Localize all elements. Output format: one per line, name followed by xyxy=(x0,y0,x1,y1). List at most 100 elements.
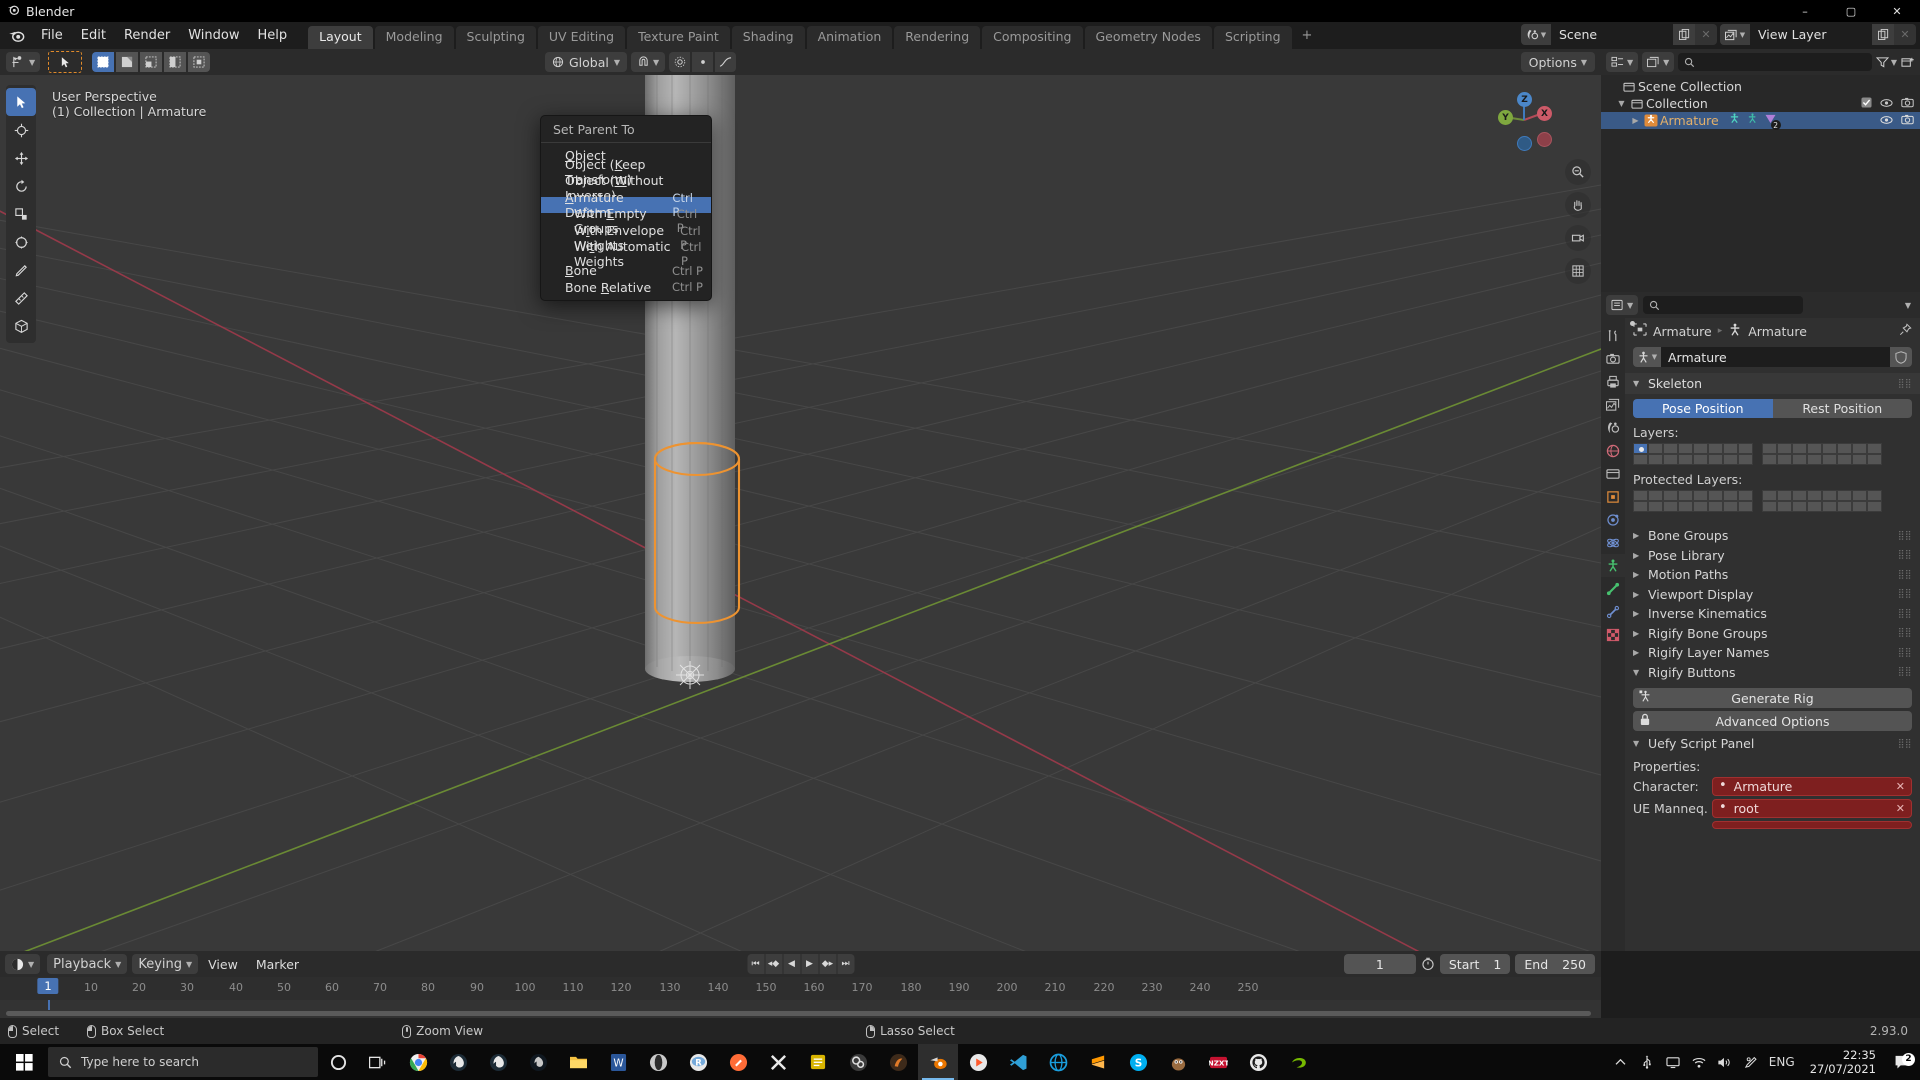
layer-cell[interactable] xyxy=(1867,443,1882,454)
collection-render-camera-icon[interactable] xyxy=(1901,96,1914,111)
panel-header-uefy-script-panel[interactable]: ▼ Uefy Script Panel ⣿⣿ xyxy=(1625,734,1920,754)
timeline-ruler[interactable]: 1 10 20 30 40 50 60 70 80 90 100 110 120… xyxy=(0,977,1601,1000)
workspace-tab-animation[interactable]: Animation xyxy=(806,26,893,49)
uefy-third-field[interactable] xyxy=(1712,820,1912,829)
viewport-options-button[interactable]: Options ▼ xyxy=(1520,52,1595,72)
playhead[interactable]: 1 xyxy=(37,978,59,994)
jump-start-button[interactable]: ⏮ xyxy=(747,954,764,974)
layer-cell[interactable] xyxy=(1693,443,1708,454)
transform-orientation-selector[interactable]: Global ▼ xyxy=(545,52,628,72)
tray-expander-icon[interactable] xyxy=(1608,1058,1634,1067)
select-extend-icon[interactable] xyxy=(116,52,139,72)
tab-tool[interactable] xyxy=(1601,324,1625,347)
panel-header-rigify-bone-groups[interactable]: ▶ Rigify Bone Groups ⣿⣿ xyxy=(1625,624,1920,644)
timeline-editor-type-selector[interactable]: ▼ xyxy=(5,954,41,974)
protected-layer-cell[interactable] xyxy=(1822,490,1837,501)
outliner-filter-button[interactable]: ▼ xyxy=(1875,56,1897,68)
protected-layer-cell[interactable] xyxy=(1693,490,1708,501)
tool-select-box[interactable] xyxy=(6,88,36,116)
workspace-tab-geometry-nodes[interactable]: Geometry Nodes xyxy=(1084,26,1212,49)
workspace-tab-rendering[interactable]: Rendering xyxy=(894,26,981,49)
taskbar-app-sublime[interactable] xyxy=(1078,1044,1118,1080)
tab-bone-constraints[interactable] xyxy=(1601,600,1625,623)
timeline-menu-marker[interactable]: Marker xyxy=(248,954,307,975)
taskbar-app-obs[interactable] xyxy=(838,1044,878,1080)
taskbar-app-rstudio[interactable]: R xyxy=(678,1044,718,1080)
taskbar-app-chrome[interactable] xyxy=(398,1044,438,1080)
collection-visibility-eye-icon[interactable] xyxy=(1880,96,1893,111)
current-frame-field[interactable]: 1 xyxy=(1343,954,1416,974)
frame-start-field[interactable]: Start 1 xyxy=(1439,954,1511,974)
protected-layer-cell[interactable] xyxy=(1708,501,1723,512)
protected-layer-cell[interactable] xyxy=(1807,490,1822,501)
protected-layer-cell[interactable] xyxy=(1762,490,1777,501)
layer-cell[interactable] xyxy=(1777,443,1792,454)
taskbar-app-file-explorer[interactable] xyxy=(558,1044,598,1080)
monitor-icon[interactable] xyxy=(1660,1056,1686,1069)
collection-checkbox[interactable] xyxy=(1861,96,1872,111)
workspace-tab-modeling[interactable]: Modeling xyxy=(374,26,454,49)
protected-layers-grid[interactable] xyxy=(1633,490,1912,512)
gizmo-axis-z-neg[interactable] xyxy=(1517,136,1532,151)
layer-cell[interactable] xyxy=(1633,443,1648,454)
taskbar-app-gimp[interactable] xyxy=(1158,1044,1198,1080)
armature-datablock-field[interactable]: ▼ Armature xyxy=(1633,347,1912,367)
camera-view-icon[interactable] xyxy=(1565,225,1591,251)
tab-scene[interactable] xyxy=(1601,416,1625,439)
layer-cell[interactable] xyxy=(1648,443,1663,454)
proportional-edit-group[interactable] xyxy=(669,52,737,72)
taskbar-app-vscode[interactable] xyxy=(998,1044,1038,1080)
layer-cell[interactable] xyxy=(1678,454,1693,465)
outliner-editor-type-selector[interactable]: ▼ xyxy=(1606,52,1639,72)
use-preview-range-icon[interactable] xyxy=(1421,957,1435,971)
layer-cell[interactable] xyxy=(1762,443,1777,454)
tool-add-cube[interactable] xyxy=(6,312,36,340)
layer-cell[interactable] xyxy=(1723,454,1738,465)
tab-world[interactable] xyxy=(1601,439,1625,462)
advanced-options-button[interactable]: Advanced Options xyxy=(1633,711,1912,731)
panel-header-motion-paths[interactable]: ▶ Motion Paths ⣿⣿ xyxy=(1625,565,1920,585)
panel-header-viewport-display[interactable]: ▶ Viewport Display ⣿⣿ xyxy=(1625,585,1920,605)
zoom-icon[interactable] xyxy=(1565,159,1591,185)
frame-end-field[interactable]: End 250 xyxy=(1515,954,1595,974)
active-tool-selector[interactable]: ▼ xyxy=(6,52,41,72)
protected-layer-cell[interactable] xyxy=(1867,501,1882,512)
menu-item-bone-relative[interactable]: Bone Relative Ctrl P xyxy=(541,279,711,296)
tab-modifiers[interactable] xyxy=(1601,508,1625,531)
pivot-point-icon[interactable] xyxy=(669,52,691,72)
tab-view-layer[interactable] xyxy=(1601,393,1625,416)
remove-view-layer-button[interactable]: ✕ xyxy=(1894,24,1916,45)
prev-keyframe-button[interactable]: ◂◆ xyxy=(765,954,782,974)
armature-visibility-eye-icon[interactable] xyxy=(1880,113,1893,128)
protected-layer-cell[interactable] xyxy=(1633,490,1648,501)
protected-layer-cell[interactable] xyxy=(1723,501,1738,512)
panel-header-rigify-buttons[interactable]: ▼ Rigify Buttons ⣿⣿ xyxy=(1625,663,1920,683)
timeline-menu-view[interactable]: View xyxy=(200,954,246,975)
tool-move[interactable] xyxy=(6,144,36,172)
layer-cell[interactable] xyxy=(1738,443,1753,454)
gizmo-axis-x[interactable]: X xyxy=(1537,106,1552,121)
tab-bone[interactable] xyxy=(1601,577,1625,600)
layer-cell[interactable] xyxy=(1633,454,1648,465)
armature-pose-icon[interactable] xyxy=(1728,113,1741,128)
play-reverse-button[interactable]: ◀ xyxy=(783,954,800,974)
protected-layer-cell[interactable] xyxy=(1792,501,1807,512)
taskbar-app-blender[interactable] xyxy=(918,1044,958,1080)
properties-editor-type-selector[interactable]: ▼ xyxy=(1606,295,1639,315)
add-workspace-button[interactable]: + xyxy=(1294,24,1321,47)
taskbar-app-nzxt[interactable]: NZXT xyxy=(1198,1044,1238,1080)
taskbar-app-opera[interactable] xyxy=(638,1044,678,1080)
layer-cell[interactable] xyxy=(1807,443,1822,454)
menu-render[interactable]: Render xyxy=(115,25,179,46)
layer-cell[interactable] xyxy=(1663,443,1678,454)
protected-layer-cell[interactable] xyxy=(1663,501,1678,512)
select-difference-icon[interactable] xyxy=(164,52,187,72)
layer-cell[interactable] xyxy=(1792,443,1807,454)
menu-help[interactable]: Help xyxy=(249,25,297,46)
breadcrumb-armature-label[interactable]: Armature xyxy=(1748,324,1807,339)
pin-icon[interactable] xyxy=(1899,323,1912,339)
volume-icon[interactable] xyxy=(1712,1056,1738,1069)
layer-cell[interactable] xyxy=(1837,454,1852,465)
outliner-display-mode-selector[interactable]: ▼ xyxy=(1642,52,1675,72)
pen-icon[interactable] xyxy=(1738,1055,1764,1069)
